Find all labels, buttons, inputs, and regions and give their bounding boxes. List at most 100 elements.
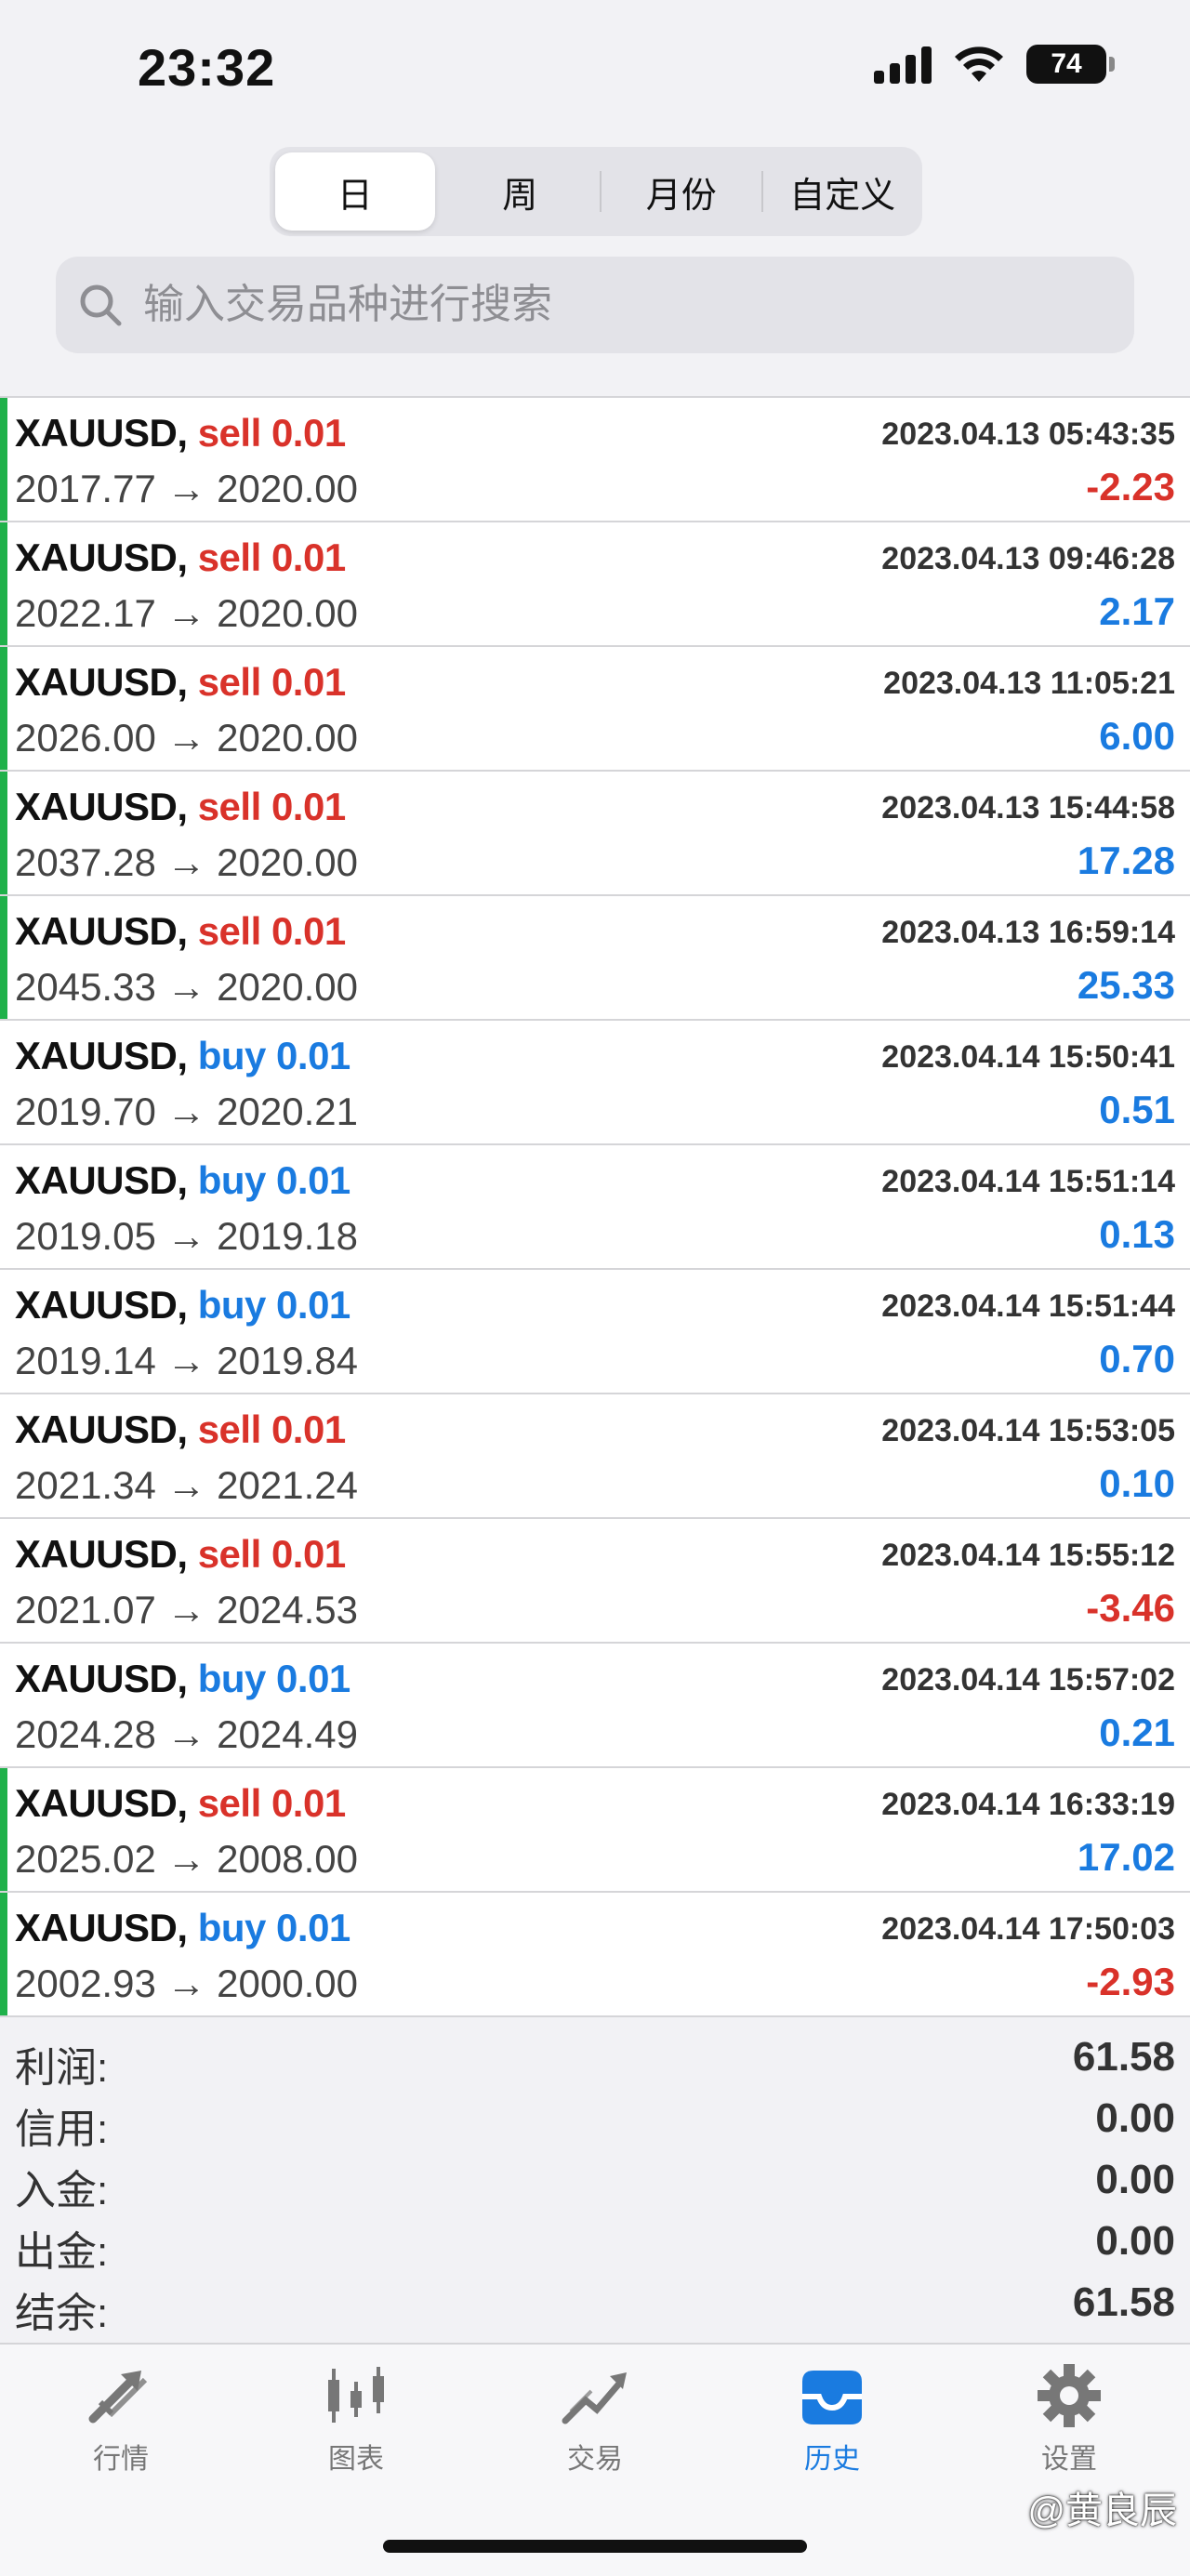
- summary-row: 利润: 61.58: [0, 2027, 1190, 2091]
- trade-side: buy 0.01: [198, 1657, 351, 1700]
- tab-trade[interactable]: 交易: [502, 2363, 688, 2477]
- status-bar: 23:32 74: [0, 0, 1190, 139]
- side-label: sell: [197, 660, 262, 704]
- symbol-label: XAUUSD,: [15, 535, 188, 579]
- trade-side: sell 0.01: [198, 660, 346, 704]
- trade-profit: 25.33: [1077, 963, 1175, 1007]
- trade-side: buy 0.01: [198, 1283, 351, 1327]
- symbol-label: XAUUSD,: [15, 1407, 188, 1451]
- trade-row[interactable]: XAUUSD, sell 0.01 2026.00 → 2020.00 2023.0…: [0, 647, 1190, 772]
- trade-datetime: 2023.04.13 05:43:35: [881, 416, 1175, 452]
- tab-chart[interactable]: 图表: [263, 2363, 449, 2477]
- trade-prices: 2026.00 → 2020.00: [15, 716, 358, 760]
- arrow-right-icon: →: [166, 716, 206, 760]
- segment-week[interactable]: 周: [441, 147, 601, 236]
- trade-row[interactable]: XAUUSD, sell 0.01 2021.07 → 2024.53 2023.0…: [0, 1519, 1190, 1644]
- trade-datetime: 2023.04.13 15:44:58: [881, 790, 1175, 826]
- trade-symbol: XAUUSD, sell 0.01: [15, 411, 346, 456]
- close-price: 2019.84: [217, 1339, 358, 1382]
- summary-row: 入金: 0.00: [0, 2149, 1190, 2213]
- tab-chart-label: 图表: [328, 2444, 384, 2475]
- trade-row[interactable]: XAUUSD, sell 0.01 2045.33 → 2020.00 2023.0…: [0, 896, 1190, 1021]
- watermark: @黄良辰: [1027, 2490, 1177, 2531]
- trade-row[interactable]: XAUUSD, buy 0.01 2019.70 → 2020.21 2023.04…: [0, 1021, 1190, 1145]
- trade-datetime: 2023.04.14 17:50:03: [881, 1911, 1175, 1947]
- close-price: 2020.00: [217, 716, 358, 760]
- trade-symbol: XAUUSD, sell 0.01: [15, 1407, 346, 1452]
- trade-symbol: XAUUSD, buy 0.01: [15, 1034, 350, 1078]
- open-price: 2019.14: [15, 1339, 156, 1382]
- volume-label: 0.01: [276, 1283, 350, 1327]
- segment-month[interactable]: 月份: [602, 147, 761, 236]
- trade-prices: 2045.33 → 2020.00: [15, 965, 358, 1010]
- chart-icon: [328, 2367, 384, 2423]
- trade-datetime: 2023.04.13 09:46:28: [881, 541, 1175, 576]
- close-price: 2024.53: [217, 1588, 358, 1631]
- arrow-right-icon: →: [166, 1588, 206, 1631]
- trade-row[interactable]: XAUUSD, sell 0.01 2037.28 → 2020.00 2023.0…: [0, 772, 1190, 896]
- arrow-right-icon: →: [166, 1090, 206, 1133]
- history-icon: [802, 2371, 862, 2424]
- open-price: 2021.07: [15, 1588, 156, 1631]
- side-label: buy: [197, 1906, 267, 1949]
- trade-profit: -3.46: [1086, 1586, 1175, 1630]
- volume-label: 0.01: [271, 1407, 346, 1451]
- open-price: 2021.34: [15, 1463, 156, 1507]
- trade-prices: 2019.05 → 2019.18: [15, 1214, 358, 1259]
- search-bar[interactable]: [56, 257, 1134, 353]
- summary-label: 结余:: [15, 2291, 109, 2336]
- symbol-label: XAUUSD,: [15, 1158, 188, 1202]
- trade-datetime: 2023.04.14 15:55:12: [881, 1538, 1175, 1573]
- volume-label: 0.01: [271, 909, 346, 953]
- trade-symbol: XAUUSD, buy 0.01: [15, 1906, 350, 1950]
- trade-row[interactable]: XAUUSD, buy 0.01 2002.93 → 2000.00 2023.04…: [0, 1893, 1190, 2017]
- trade-row[interactable]: XAUUSD, sell 0.01 2025.02 → 2008.00 2023.0…: [0, 1768, 1190, 1893]
- trade-profit: 0.10: [1099, 1461, 1175, 1505]
- trade-row[interactable]: XAUUSD, buy 0.01 2019.05 → 2019.18 2023.04…: [0, 1145, 1190, 1270]
- close-price: 2020.00: [217, 591, 358, 635]
- arrow-right-icon: →: [166, 965, 206, 1009]
- symbol-label: XAUUSD,: [15, 785, 188, 828]
- open-price: 2024.28: [15, 1712, 156, 1756]
- trade-side: buy 0.01: [197, 1906, 351, 1949]
- tab-settings[interactable]: 设置: [976, 2363, 1162, 2477]
- symbol-label: XAUUSD,: [15, 411, 188, 455]
- side-label: buy: [197, 1034, 267, 1077]
- arrow-right-icon: →: [166, 1214, 206, 1258]
- summary-row: 信用: 0.00: [0, 2088, 1190, 2152]
- trade-profit: 0.21: [1099, 1711, 1175, 1754]
- segment-day[interactable]: 日: [275, 152, 435, 231]
- volume-label: 0.01: [271, 535, 346, 579]
- search-icon: [80, 284, 122, 326]
- trade-row[interactable]: XAUUSD, sell 0.01 2021.34 → 2021.24 2023.0…: [0, 1394, 1190, 1519]
- home-indicator[interactable]: [383, 2540, 807, 2553]
- trade-prices: 2019.70 → 2020.21: [15, 1090, 358, 1134]
- summary-row: 出金: 0.00: [0, 2211, 1190, 2275]
- trade-row[interactable]: XAUUSD, buy 0.01 2024.28 → 2024.49 2023.04…: [0, 1644, 1190, 1768]
- trade-profit: 0.51: [1099, 1088, 1175, 1131]
- summary-label: 信用:: [15, 2107, 109, 2152]
- trade-row[interactable]: XAUUSD, buy 0.01 2019.14 → 2019.84 2023.04…: [0, 1270, 1190, 1394]
- trade-prices: 2019.14 → 2019.84: [15, 1339, 358, 1383]
- trade-datetime: 2023.04.14 15:53:05: [881, 1413, 1175, 1448]
- trade-datetime: 2023.04.14 15:51:14: [881, 1164, 1175, 1199]
- search-input[interactable]: [141, 281, 1075, 329]
- tab-history[interactable]: 历史: [739, 2363, 925, 2477]
- tab-quotes[interactable]: 行情: [28, 2363, 214, 2477]
- trade-row[interactable]: XAUUSD, sell 0.01 2022.17 → 2020.00 2023.0…: [0, 522, 1190, 647]
- period-segmented-control: 日 周 月份 自定义: [270, 147, 922, 236]
- volume-label: 0.01: [271, 660, 346, 704]
- volume-label: 0.01: [276, 1158, 350, 1202]
- open-price: 2025.02: [15, 1837, 156, 1881]
- trade-datetime: 2023.04.14 16:33:19: [881, 1787, 1175, 1822]
- trade-row[interactable]: XAUUSD, sell 0.01 2017.77 → 2020.00 2023.0…: [0, 398, 1190, 522]
- trade-symbol: XAUUSD, sell 0.01: [15, 909, 346, 954]
- account-summary: 利润: 61.58 信用: 0.00 入金: 0.00 出金: 0.00 结余: 61.58: [0, 2027, 1190, 2341]
- summary-label: 利润:: [15, 2045, 109, 2091]
- segment-custom[interactable]: 自定义: [763, 147, 923, 236]
- trade-side: sell 0.01: [198, 411, 346, 455]
- volume-label: 0.01: [276, 1657, 350, 1700]
- arrow-right-icon: →: [166, 1712, 206, 1756]
- tab-history-label: 历史: [804, 2444, 860, 2475]
- summary-row: 结余: 61.58: [0, 2272, 1190, 2336]
